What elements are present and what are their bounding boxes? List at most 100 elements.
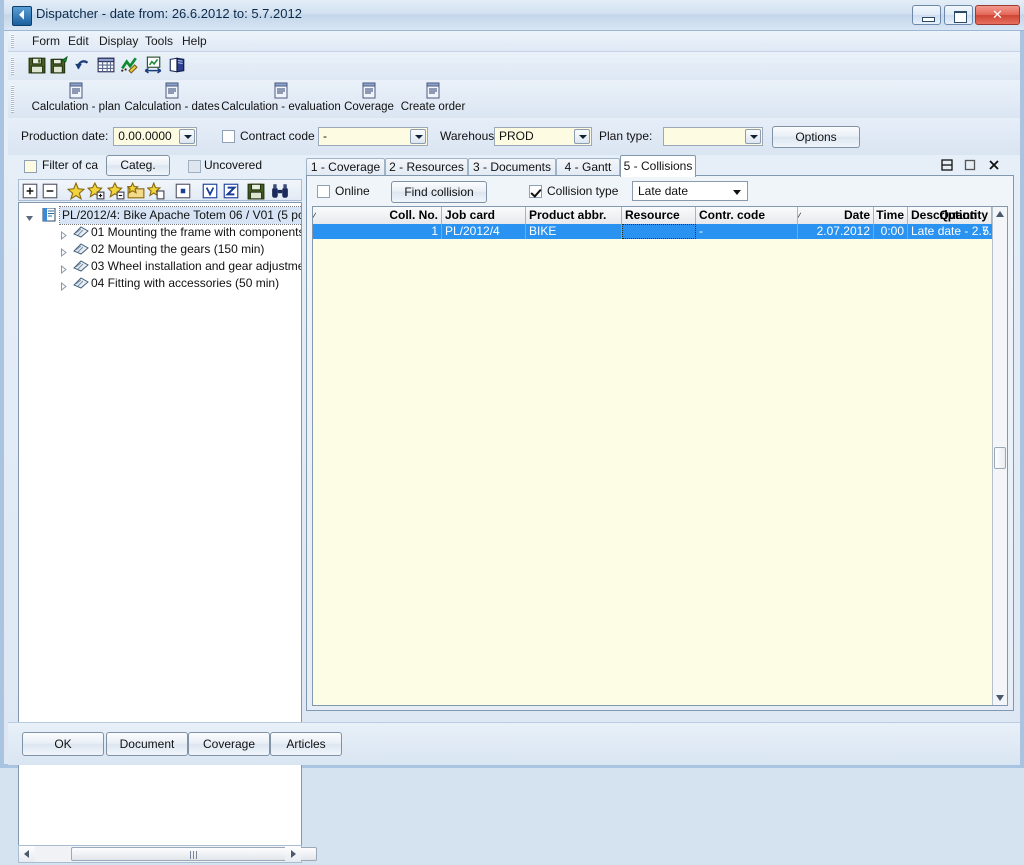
online-checkbox[interactable] [317, 185, 330, 198]
zoom-z-icon[interactable] [222, 182, 240, 200]
grid-scroll-thumb[interactable] [994, 447, 1006, 469]
collision-type-checkbox[interactable] [529, 185, 542, 198]
grid-vertical-scrollbar[interactable] [992, 207, 1007, 705]
coverage-button[interactable]: Coverage [188, 732, 270, 756]
operation-icon [73, 225, 89, 239]
main-toolbar-gripper[interactable] [11, 85, 14, 113]
expand-icon[interactable] [21, 182, 39, 200]
star-add-icon[interactable] [86, 181, 105, 200]
menu-item-edit[interactable]: Edit [62, 33, 95, 49]
binoculars-icon[interactable] [271, 182, 289, 200]
tab-collisions[interactable]: 5 - Collisions [620, 155, 696, 177]
plan-type-dropdown-button[interactable] [745, 129, 761, 144]
book-icon[interactable] [168, 56, 190, 76]
collisions-grid[interactable]: ∕ Coll. No. Job card Product abbr. Resou… [312, 206, 1008, 706]
table-row[interactable]: 1 PL/2012/4 BIKE - 2.07.2012 0:00 Late d… [313, 224, 1007, 239]
contract-code-field[interactable]: - [318, 127, 428, 146]
production-date-dropdown-button[interactable] [179, 129, 195, 144]
filter-of-categories-label: Filter of ca [42, 158, 99, 172]
edit-chart-icon[interactable] [120, 56, 142, 76]
right-panel: 1 - Coverage 2 - Resources 3 - Documents… [306, 155, 1014, 715]
tree-scroll-thumb[interactable] [71, 847, 317, 861]
warehouse-field[interactable]: PROD [494, 127, 592, 146]
tree-horizontal-scrollbar[interactable] [18, 845, 317, 863]
scroll-left-button[interactable] [19, 846, 35, 862]
restore-down-icon[interactable] [939, 157, 955, 173]
folder-star-icon[interactable] [126, 181, 145, 200]
stop-icon[interactable] [174, 182, 192, 200]
column-header-time[interactable]: Time [874, 207, 908, 224]
expand-arrow-icon[interactable] [59, 245, 68, 258]
uncovered-checkbox[interactable] [188, 160, 201, 173]
menu-item-form[interactable]: Form [26, 33, 66, 49]
warehouse-dropdown-button[interactable] [574, 129, 590, 144]
tab-strip: 1 - Coverage 2 - Resources 3 - Documents… [306, 155, 1014, 177]
star-remove-icon[interactable] [106, 181, 125, 200]
close-icon[interactable] [986, 157, 1002, 173]
minimize-button[interactable] [912, 5, 941, 25]
save-icon[interactable] [247, 182, 265, 200]
menu-item-help[interactable]: Help [176, 33, 213, 49]
warehouse-label: Warehous [440, 129, 495, 143]
grid-icon[interactable] [97, 56, 119, 76]
document-icon [396, 82, 470, 100]
column-header-job-card[interactable]: Job card [442, 207, 526, 224]
toolbar-gripper[interactable] [11, 57, 14, 75]
cell-product-abbr: BIKE [526, 224, 622, 239]
cell-date: 2.07.2012 [798, 224, 874, 239]
expand-arrow-icon[interactable] [59, 279, 68, 292]
column-header-product-abbr[interactable]: Product abbr. [526, 207, 622, 224]
plan-type-field[interactable] [663, 127, 763, 146]
expand-arrow-icon[interactable] [59, 228, 68, 241]
undo-icon[interactable] [74, 56, 96, 76]
contract-code-dropdown-button[interactable] [410, 129, 426, 144]
options-button[interactable]: Options [772, 126, 860, 148]
coverage-toolbar-button[interactable]: Coverage [338, 82, 400, 116]
grid-header-row: ∕ Coll. No. Job card Product abbr. Resou… [313, 207, 1007, 225]
folder-new-star-icon[interactable] [146, 181, 165, 200]
column-header-resource[interactable]: Resource [622, 207, 696, 224]
expand-arrow-icon[interactable] [25, 211, 34, 221]
column-header-contr-code[interactable]: Contr. code [696, 207, 798, 224]
tab-documents[interactable]: 3 - Documents [468, 158, 556, 176]
articles-button[interactable]: Articles [270, 732, 342, 756]
chevron-down-icon[interactable] [733, 190, 741, 195]
document-button[interactable]: Document [106, 732, 188, 756]
title-bar: ⏴ Dispatcher - date from: 26.6.2012 to: … [4, 0, 1024, 31]
document-icon [213, 82, 349, 100]
menu-gripper[interactable] [11, 34, 14, 48]
scroll-right-button[interactable] [285, 846, 301, 862]
production-date-field[interactable]: 0.00.0000 [113, 127, 197, 146]
collision-type-select[interactable]: Late date [632, 181, 748, 201]
contract-code-checkbox[interactable] [222, 130, 235, 143]
save-icon[interactable] [28, 56, 50, 76]
find-collision-button[interactable]: Find collision [391, 181, 487, 203]
scroll-down-button[interactable] [993, 690, 1007, 705]
calculation-dates-button[interactable]: Calculation - dates [116, 82, 228, 116]
star-icon[interactable] [66, 181, 86, 200]
close-button[interactable]: ✕ [975, 5, 1020, 25]
collapse-icon[interactable] [41, 182, 59, 200]
column-header-quantity[interactable]: Quantity [921, 207, 992, 224]
column-header-coll-no[interactable]: Coll. No. [318, 207, 442, 224]
validate-icon[interactable] [201, 182, 219, 200]
filter-of-categories-checkbox[interactable] [24, 160, 37, 173]
menu-item-tools[interactable]: Tools [139, 33, 179, 49]
save-as-icon[interactable] [50, 56, 72, 76]
scroll-up-button[interactable] [993, 207, 1007, 222]
tab-gantt[interactable]: 4 - Gantt [556, 158, 620, 176]
production-date-label: Production date: [21, 129, 109, 143]
calculation-evaluation-button[interactable]: Calculation - evaluation [213, 82, 349, 116]
column-header-date[interactable]: Date [803, 207, 874, 224]
tab-coverage[interactable]: 1 - Coverage [306, 158, 385, 176]
create-order-button[interactable]: Create order [396, 82, 470, 116]
ok-button[interactable]: OK [22, 732, 104, 756]
maximize-icon[interactable] [962, 157, 978, 173]
tab-resources[interactable]: 2 - Resources [385, 158, 468, 176]
cell-resource[interactable] [622, 224, 696, 239]
resize-columns-icon[interactable] [144, 56, 166, 76]
categ-button[interactable]: Categ. [106, 155, 170, 176]
expand-arrow-icon[interactable] [59, 262, 68, 275]
menu-item-display[interactable]: Display [93, 33, 144, 49]
maximize-button[interactable] [944, 5, 973, 25]
